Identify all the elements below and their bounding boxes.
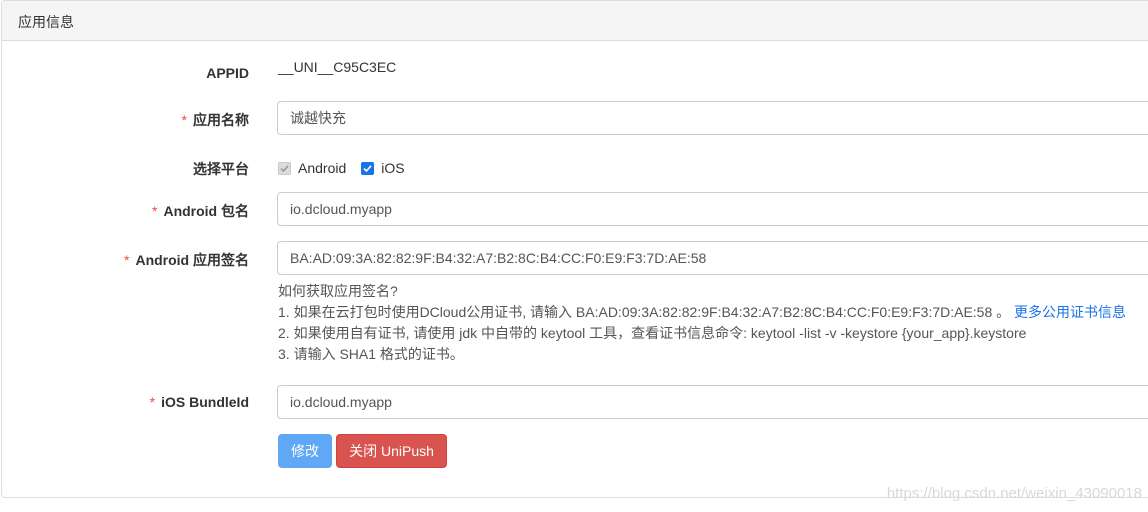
help-line-1: 1. 如果在云打包时使用DCloud公用证书, 请输入 BA:AD:09:3A:… (278, 304, 1127, 320)
app-name-input[interactable] (277, 101, 1148, 135)
close-unipush-button[interactable]: 关闭 UniPush (336, 434, 447, 468)
android-checkbox[interactable] (278, 161, 291, 175)
android-package-input[interactable] (277, 192, 1148, 226)
android-checkbox-label: Android (298, 160, 347, 176)
appid-label: APPID (206, 65, 249, 81)
app-name-label: * 应用名称 (181, 112, 249, 128)
platform-label: 选择平台 (193, 161, 249, 177)
required-marker: * (152, 203, 158, 219)
appid-value: __UNI__C95C3EC (278, 59, 397, 75)
android-signature-input[interactable] (277, 241, 1148, 275)
ios-bundleid-input[interactable] (277, 385, 1148, 419)
panel-title: 应用信息 (18, 14, 74, 30)
modify-button[interactable]: 修改 (278, 434, 332, 468)
signature-help: 如何获取应用签名? 1. 如果在云打包时使用DCloud公用证书, 请输入 BA… (278, 281, 1126, 365)
checkmark-icon (280, 164, 289, 172)
platform-checkboxes: Android iOS (278, 158, 420, 178)
more-certificates-link[interactable]: 更多公用证书信息 (1014, 304, 1126, 320)
help-line-3: 3. 请输入 SHA1 格式的证书。 (278, 346, 464, 362)
required-marker: * (181, 112, 187, 128)
panel-heading: 应用信息 (2, 1, 1148, 41)
required-marker: * (124, 252, 130, 268)
ios-checkbox-label: iOS (381, 160, 405, 176)
android-package-label: * Android 包名 (152, 203, 249, 219)
required-marker: * (149, 394, 156, 410)
help-line-2: 2. 如果使用自有证书, 请使用 jdk 中自带的 keytool 工具，查看证… (278, 325, 1027, 341)
ios-bundleid-label: * iOS BundleId (149, 394, 249, 410)
checkmark-icon (363, 164, 372, 172)
watermark: https://blog.csdn.net/weixin_43090018 (886, 485, 1142, 502)
ios-checkbox[interactable] (361, 161, 375, 175)
android-signature-label: * Android 应用签名 (124, 252, 249, 268)
help-question: 如何获取应用签名? (278, 283, 398, 299)
